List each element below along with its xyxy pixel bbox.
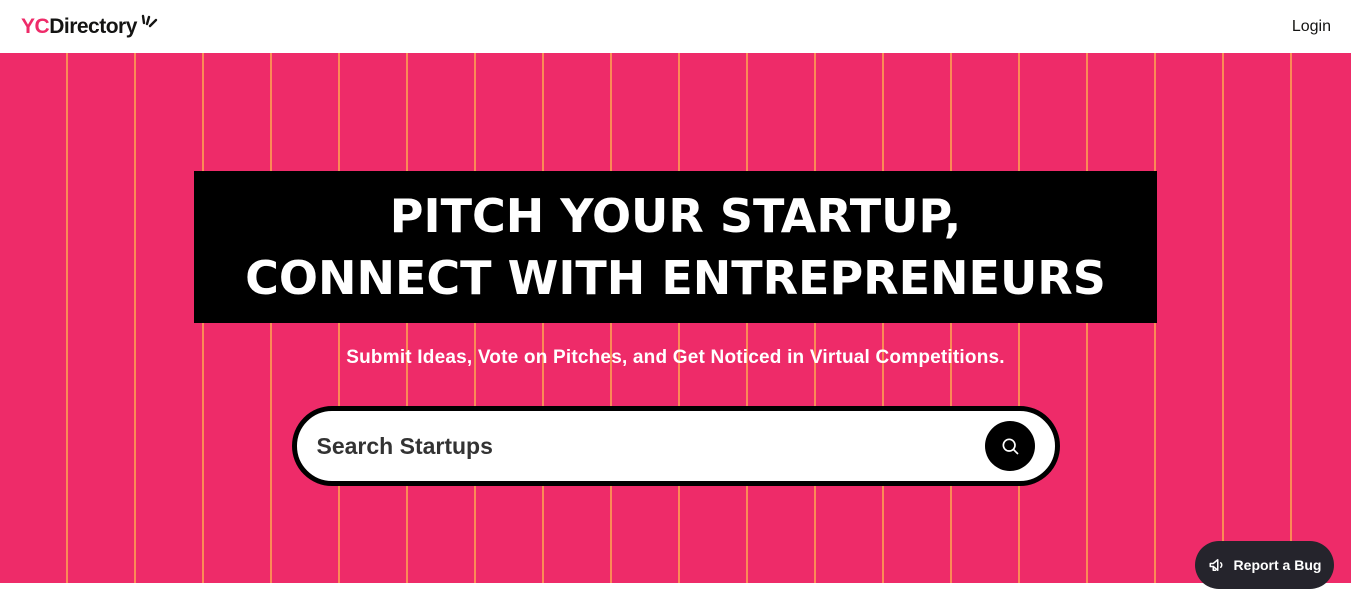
hero-heading-line2: Connect With Entrepreneurs xyxy=(245,251,1106,305)
report-bug-label: Report a Bug xyxy=(1233,557,1322,573)
logo-prefix: YC xyxy=(21,14,50,38)
report-bug-button[interactable]: Report a Bug xyxy=(1195,541,1334,589)
logo-link[interactable]: YC Directory xyxy=(21,14,161,39)
hero-heading-line1: Pitch Your Startup, xyxy=(389,189,962,243)
search-form xyxy=(291,406,1060,486)
search-icon xyxy=(1002,438,1018,455)
hero-section: Pitch Your Startup, Connect With Entrepr… xyxy=(0,53,1351,583)
megaphone-icon xyxy=(1209,559,1223,571)
search-button[interactable] xyxy=(984,421,1035,471)
hero-heading: Pitch Your Startup, Connect With Entrepr… xyxy=(194,171,1157,323)
navbar: YC Directory Login xyxy=(0,0,1351,53)
spark-icon xyxy=(141,14,158,27)
logo-suffix: Directory xyxy=(49,14,137,38)
search-input[interactable] xyxy=(316,432,985,460)
hero-subheading: Submit Ideas, Vote on Pitches, and Get N… xyxy=(346,347,1005,368)
login-link[interactable]: Login xyxy=(1292,18,1331,36)
